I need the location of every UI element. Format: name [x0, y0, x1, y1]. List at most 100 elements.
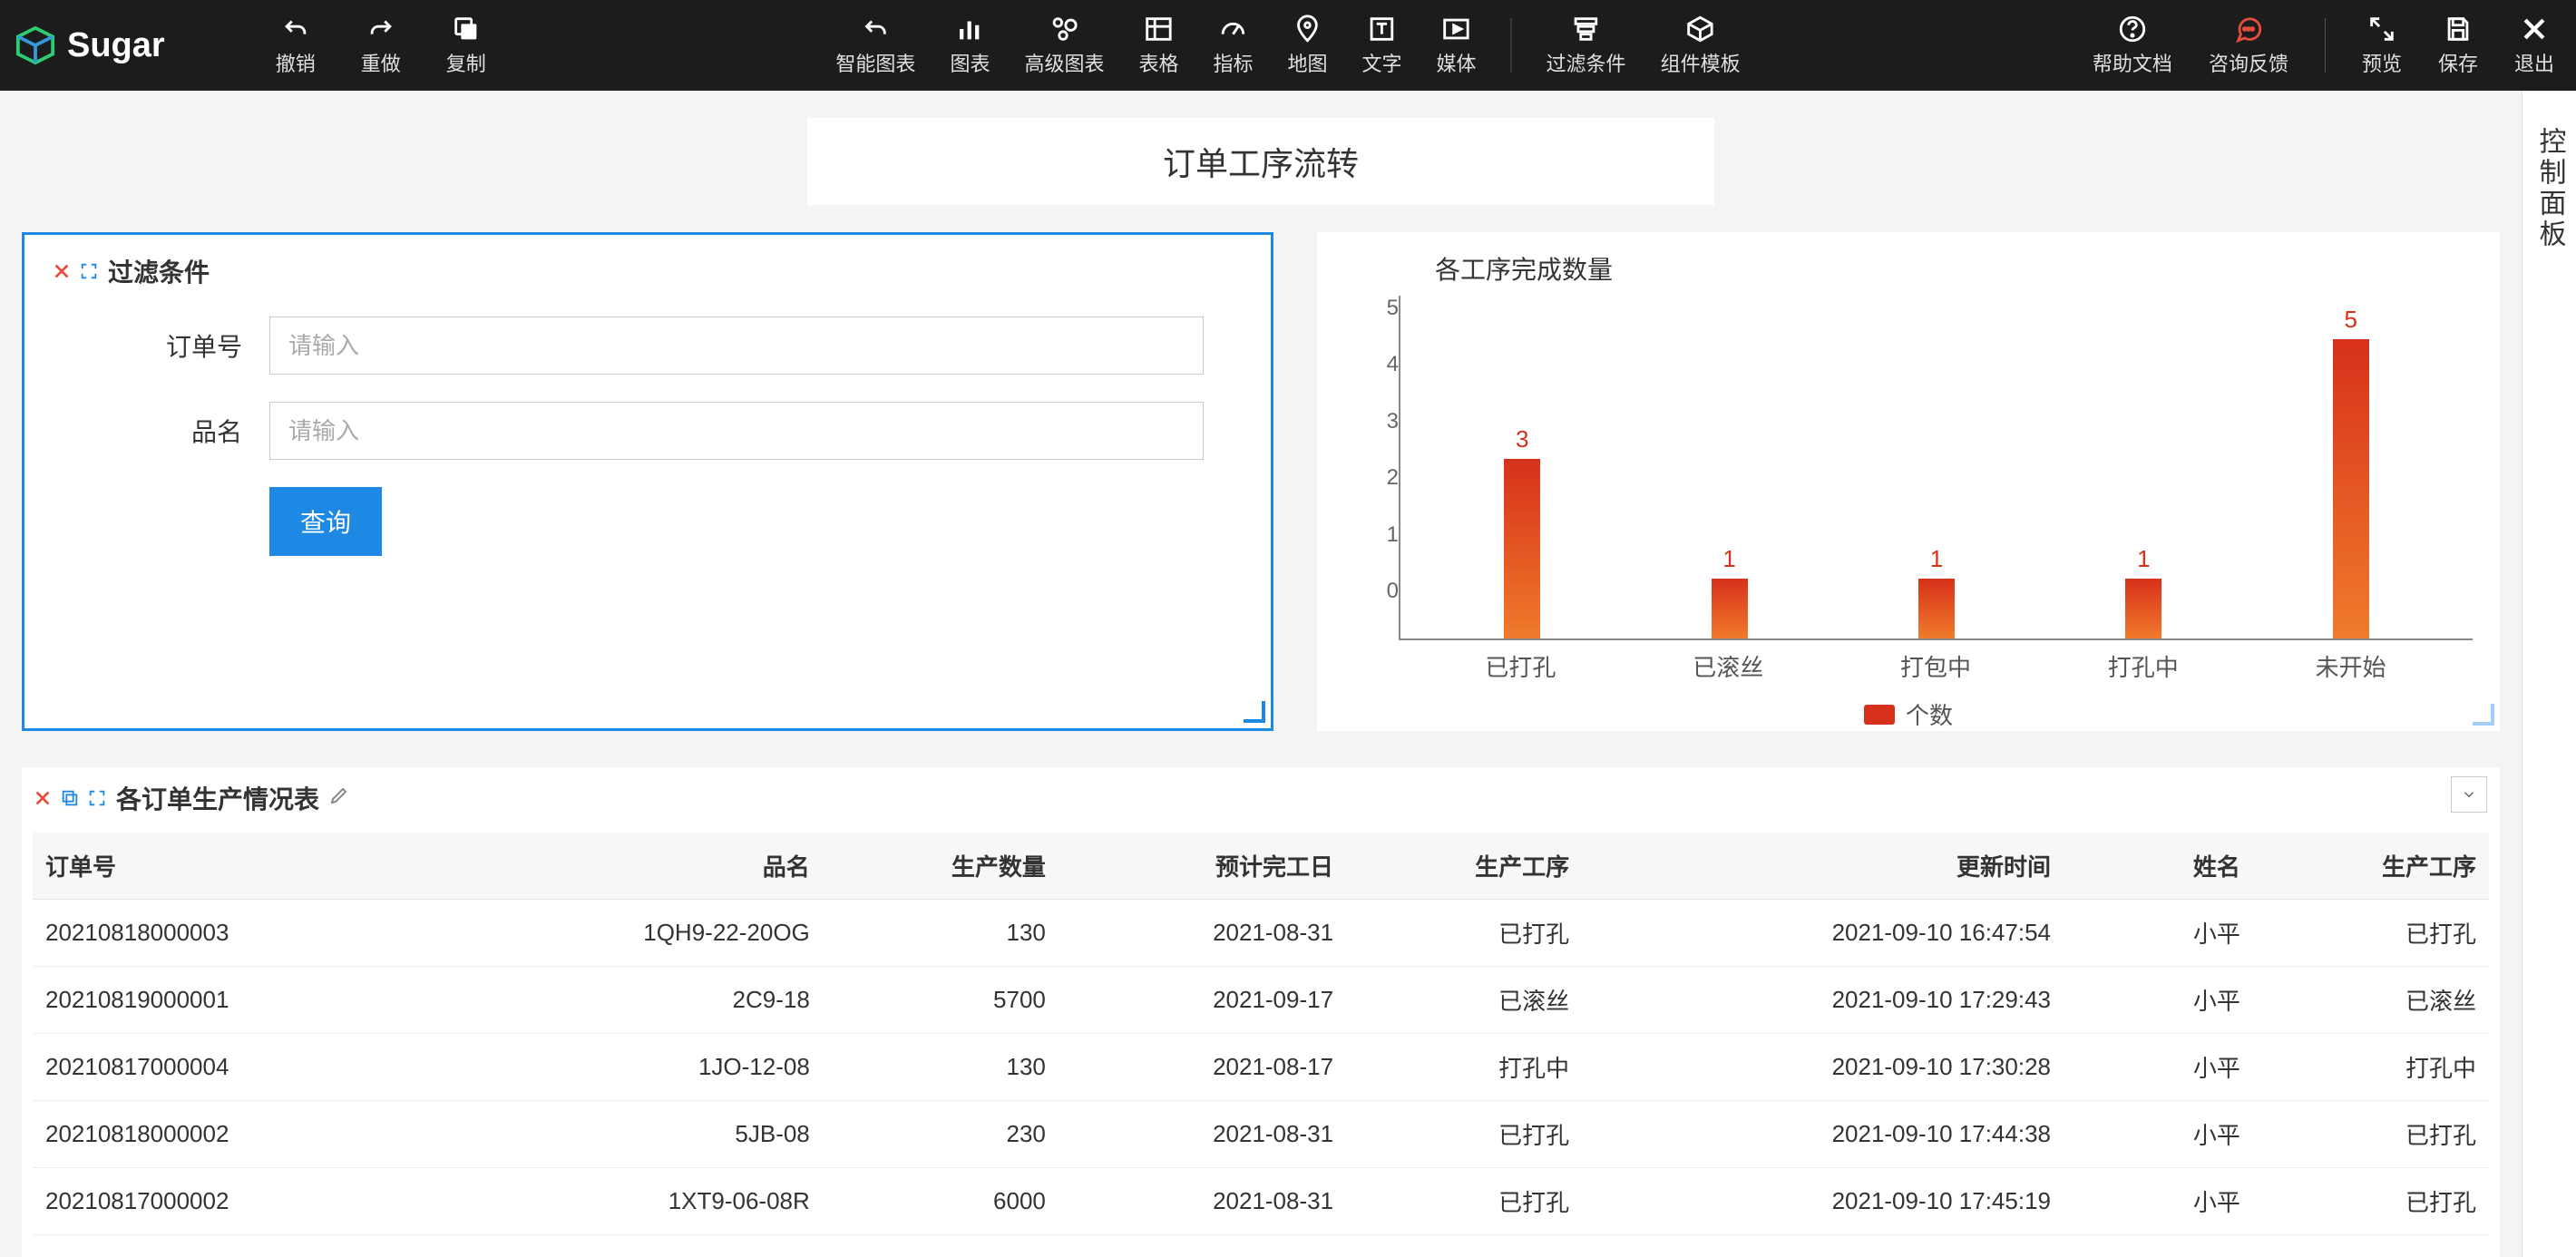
table-header-cell[interactable]: 姓名 — [2064, 833, 2253, 900]
filter-panel[interactable]: 过滤条件 订单号 品名 查询 — [22, 232, 1273, 731]
duplicate-icon[interactable] — [60, 788, 80, 808]
redo-button[interactable]: 重做 — [354, 10, 408, 81]
copy-button[interactable]: 复制 — [439, 10, 493, 81]
table-body: 202108180000031QH9-22-20OG1302021-08-31已… — [33, 900, 2489, 1257]
table-header-cell[interactable]: 生产工序 — [2253, 833, 2489, 900]
table-row[interactable]: 202108190000012C9-1857002021-09-17已滚丝202… — [33, 967, 2489, 1034]
y-tick: 0 — [1387, 579, 1399, 604]
fullscreen-icon[interactable] — [79, 261, 99, 281]
save-label: 保存 — [2438, 48, 2478, 77]
table-panel[interactable]: 各订单生产情况表 订单号品名生产数量预计完工日生产工序更新时间姓名生产工序 20… — [22, 767, 2500, 1257]
table-cell: 6000 — [823, 1168, 1059, 1235]
chart-legend: 个数 — [1344, 697, 2473, 731]
delete-icon[interactable] — [52, 261, 72, 281]
bar-rect — [2333, 339, 2369, 638]
save-button[interactable]: 保存 — [2431, 10, 2485, 81]
x-tick: 打孔中 — [2039, 649, 2247, 683]
feedback-button[interactable]: 咨询反馈 — [2201, 10, 2296, 81]
chart-area: 012345 31115 — [1344, 296, 2473, 640]
media-label: 媒体 — [1437, 48, 1477, 77]
fullscreen-icon[interactable] — [87, 788, 107, 808]
control-panel-handle[interactable]: 控制面板 — [2522, 91, 2576, 1257]
table-header-cell[interactable]: 预计完工日 — [1059, 833, 1346, 900]
chart-bar[interactable]: 5 — [2328, 306, 2374, 638]
chart-bar[interactable]: 1 — [2121, 545, 2166, 638]
help-icon — [2117, 14, 2148, 44]
table-cell: 2021-09-10 17:29:43 — [1582, 967, 2064, 1034]
table-cell: 已滚丝 — [1346, 967, 1582, 1034]
table-row[interactable]: 202108170000021XT9-06-08R60002021-08-31已… — [33, 1168, 2489, 1235]
legend-swatch — [1864, 705, 1895, 725]
undo-label: 撤销 — [276, 48, 316, 77]
text-button[interactable]: 文字 — [1355, 10, 1410, 81]
y-tick: 3 — [1387, 409, 1399, 434]
media-button[interactable]: 媒体 — [1429, 10, 1484, 81]
smart-chart-button[interactable]: 智能图表 — [828, 10, 922, 81]
table-cell: 20210817000004 — [33, 1034, 444, 1101]
template-button[interactable]: 组件模板 — [1654, 10, 1748, 81]
close-icon — [2519, 14, 2550, 44]
page-title: 订单工序流转 — [1163, 138, 1359, 185]
chart-button[interactable]: 图表 — [942, 10, 997, 81]
adv-chart-button[interactable]: 高级图表 — [1017, 10, 1111, 81]
preview-label: 预览 — [2362, 48, 2402, 77]
product-input[interactable] — [269, 402, 1204, 460]
table-cell: 20210819000001 — [33, 967, 444, 1034]
table-header-cell[interactable]: 品名 — [444, 833, 823, 900]
bubble-icon — [1049, 14, 1079, 44]
table-header-cell[interactable]: 生产数量 — [823, 833, 1059, 900]
filter-icon — [1571, 14, 1602, 44]
delete-icon[interactable] — [33, 788, 53, 808]
indicator-label: 指标 — [1213, 48, 1253, 77]
table-cell: 130 — [823, 1034, 1059, 1101]
resize-handle[interactable] — [2473, 704, 2494, 726]
table-cell: 20210818000003 — [33, 900, 444, 967]
bar-rect — [2125, 579, 2161, 638]
edit-icon[interactable] — [328, 784, 350, 813]
chart-bar[interactable]: 3 — [1499, 425, 1545, 638]
table-header-cell[interactable]: 订单号 — [33, 833, 444, 900]
toolbar-left-group: Sugar 撤销 重做 复制 — [15, 10, 493, 81]
text-label: 文字 — [1362, 48, 1402, 77]
table-cell: 2021-08-31 — [1059, 1101, 1346, 1168]
table-row[interactable]: 202107310001251ST9-12-08R6502021-08-31打包… — [33, 1235, 2489, 1257]
table-header-cell[interactable]: 生产工序 — [1346, 833, 1582, 900]
query-button[interactable]: 查询 — [269, 487, 382, 556]
separator — [2325, 18, 2326, 73]
preview-button[interactable]: 预览 — [2355, 10, 2409, 81]
help-button[interactable]: 帮助文档 — [2085, 10, 2180, 81]
adv-chart-label: 高级图表 — [1024, 48, 1104, 77]
canvas[interactable]: 订单工序流转 过滤条件 订单号 品名 — [0, 91, 2522, 1257]
map-button[interactable]: 地图 — [1281, 10, 1335, 81]
filter-button[interactable]: 过滤条件 — [1539, 10, 1634, 81]
chart-panel[interactable]: 各工序完成数量 012345 31115 已打孔已滚丝打包中打孔中未开始 个数 — [1317, 232, 2500, 731]
table-cell: 5700 — [823, 967, 1059, 1034]
table-cell: 5JB-08 — [444, 1101, 823, 1168]
resize-handle[interactable] — [1244, 701, 1265, 723]
x-tick: 打包中 — [1832, 649, 2040, 683]
table-row[interactable]: 202108170000041JO-12-081302021-08-17打孔中2… — [33, 1034, 2489, 1101]
table-cell: 已打孔 — [1346, 900, 1582, 967]
table-row[interactable]: 202108180000031QH9-22-20OG1302021-08-31已… — [33, 900, 2489, 967]
order-row: 订单号 — [133, 317, 1244, 375]
chart-plot: 3 1 1 1 5 — [1399, 296, 2473, 640]
table-cell: 已打孔 — [2253, 1101, 2489, 1168]
table-header-cell[interactable]: 更新时间 — [1582, 833, 2064, 900]
table-options-dropdown[interactable] — [2451, 776, 2487, 813]
table-row[interactable]: 202108180000025JB-082302021-08-31已打孔2021… — [33, 1101, 2489, 1168]
feedback-label: 咨询反馈 — [2209, 48, 2288, 77]
indicator-button[interactable]: 指标 — [1205, 10, 1260, 81]
exit-button[interactable]: 退出 — [2507, 10, 2561, 81]
chart-bar[interactable]: 1 — [1707, 545, 1752, 638]
chat-icon — [2233, 14, 2264, 44]
undo-button[interactable]: 撤销 — [268, 10, 323, 81]
table-cell: 打包中 — [1346, 1235, 1582, 1257]
bar-rect — [1712, 579, 1748, 638]
bar-value-label: 1 — [2137, 545, 2150, 573]
app-name: Sugar — [67, 26, 165, 65]
order-input[interactable] — [269, 317, 1204, 375]
table-button[interactable]: 表格 — [1131, 10, 1186, 81]
order-label: 订单号 — [133, 327, 242, 364]
page-title-box[interactable]: 订单工序流转 — [807, 118, 1714, 205]
chart-bar[interactable]: 1 — [1914, 545, 1959, 638]
